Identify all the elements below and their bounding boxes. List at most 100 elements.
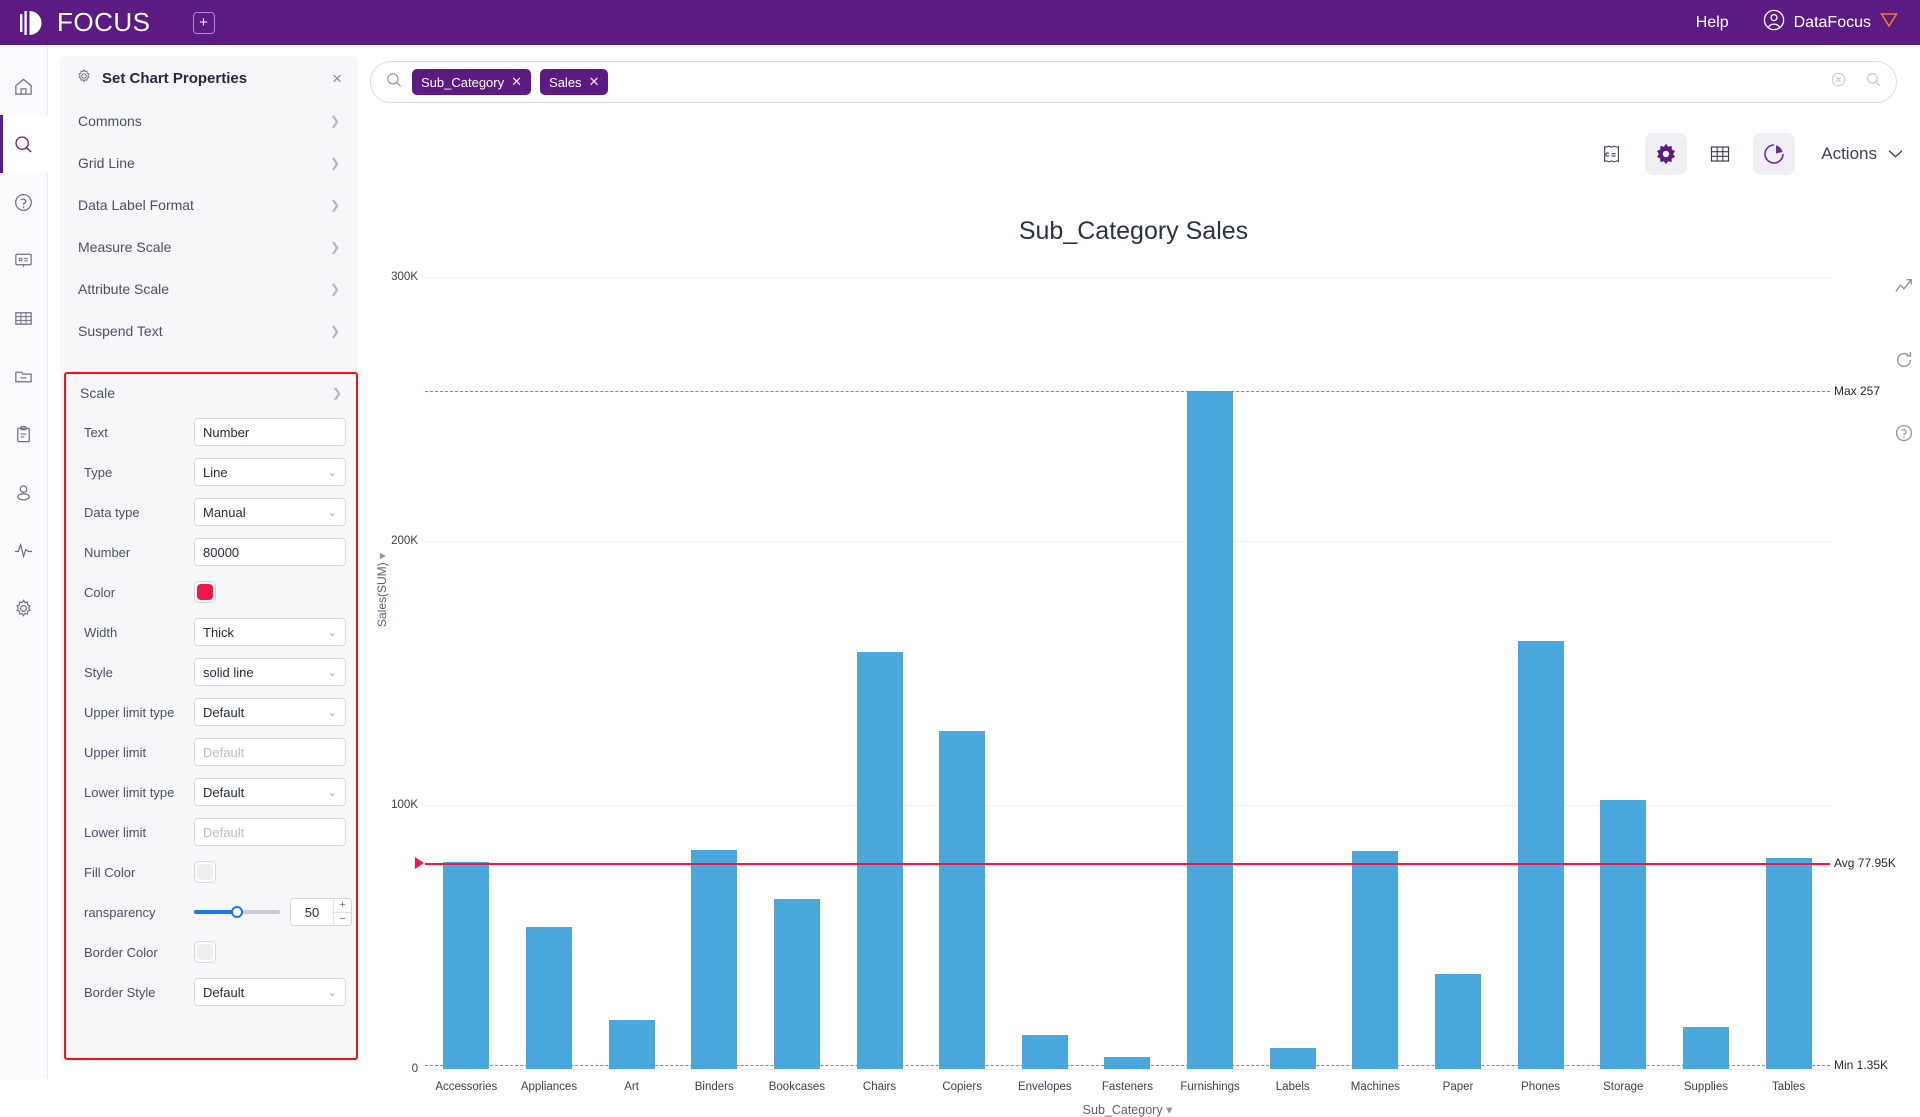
bar[interactable] — [1021, 1035, 1068, 1069]
help-link[interactable]: Help — [1696, 14, 1729, 32]
min-line-label: Min 1.35K — [1834, 1058, 1889, 1073]
accordion-suspend-text[interactable]: Suspend Text ❯ — [60, 310, 358, 352]
transparency-slider[interactable] — [194, 906, 280, 918]
chip-label: Sales — [549, 74, 582, 90]
bar[interactable] — [691, 849, 738, 1069]
actions-label: Actions — [1821, 144, 1877, 163]
chip-remove-icon[interactable]: ✕ — [511, 74, 522, 90]
search-bar[interactable]: Sub_Category ✕ Sales ✕ — [370, 61, 1897, 103]
color-swatch[interactable] — [194, 861, 216, 883]
field-label: Style — [84, 664, 113, 680]
bar[interactable] — [773, 898, 820, 1069]
add-tab-button[interactable]: + — [192, 11, 215, 34]
panel-header: Set Chart Properties × — [60, 56, 358, 100]
slider-handle[interactable] — [231, 906, 243, 918]
bar[interactable] — [1435, 973, 1481, 1069]
field-row-color: Color — [66, 572, 356, 612]
chip-remove-icon[interactable]: ✕ — [589, 74, 600, 90]
sidebar-item-settings[interactable] — [0, 579, 48, 637]
sidebar-item-home[interactable] — [0, 57, 48, 115]
actions-button[interactable]: Actions — [1821, 144, 1904, 164]
sidebar-item-clipboard[interactable] — [0, 405, 48, 463]
grid-line — [425, 1069, 1830, 1070]
clear-search-icon[interactable] — [1830, 71, 1847, 93]
top-bar-right: Help DataFocus — [1696, 9, 1898, 36]
select-type[interactable]: Line ⌄ — [194, 458, 346, 486]
accordion-measure-scale[interactable]: Measure Scale ❯ — [60, 226, 358, 268]
bar[interactable] — [443, 861, 490, 1069]
avg-line[interactable] — [425, 863, 1830, 866]
select-upper-limit-type[interactable]: Default ⌄ — [194, 698, 346, 726]
close-icon[interactable]: × — [332, 70, 342, 87]
avg-line-label: Avg 77.95K — [1834, 856, 1896, 871]
select-lower-limit-type[interactable]: Default ⌄ — [194, 778, 346, 806]
sidebar-item-activity[interactable] — [0, 521, 48, 579]
stepper-decrement-button[interactable]: − — [334, 913, 351, 926]
bar[interactable] — [1765, 857, 1812, 1069]
min-line[interactable] — [425, 1065, 1830, 1067]
sidebar-item-presentation[interactable] — [0, 231, 48, 289]
x-axis-label[interactable]: Sub_Category ▾ — [425, 1102, 1830, 1117]
chevron-right-icon: ❯ — [329, 198, 340, 212]
select-width[interactable]: Thick ⌄ — [194, 618, 346, 646]
sidebar-item-user[interactable] — [0, 463, 48, 521]
bar[interactable] — [1600, 799, 1647, 1069]
color-swatch[interactable] — [194, 941, 216, 963]
accordion-commons[interactable]: Commons ❯ — [60, 100, 358, 142]
search-submit-icon[interactable] — [1865, 71, 1882, 93]
bar[interactable] — [1682, 1026, 1729, 1069]
bar[interactable] — [1104, 1057, 1151, 1069]
bar[interactable] — [608, 1020, 655, 1069]
max-line[interactable] — [425, 390, 1830, 392]
field-label: Lower limit — [84, 824, 147, 840]
x-axis-tick-label: Envelopes — [1017, 1081, 1072, 1093]
input-text[interactable]: Number — [194, 418, 346, 446]
bar-slot: Art — [590, 277, 673, 1093]
chevron-down-icon: ❯ — [331, 386, 342, 400]
field-label: Type — [84, 464, 113, 480]
bar[interactable] — [1187, 390, 1234, 1069]
refresh-icon[interactable] — [1894, 350, 1914, 375]
bar[interactable] — [525, 926, 572, 1069]
select-style[interactable]: solid line ⌄ — [194, 658, 346, 686]
accordion-attribute-scale[interactable]: Attribute Scale ❯ — [60, 268, 358, 310]
sidebar-item-help[interactable] — [0, 173, 48, 231]
input-upper-limit[interactable]: Default — [194, 738, 346, 766]
stepper-increment-button[interactable]: + — [334, 899, 351, 913]
app-logo[interactable]: FOCUS — [18, 7, 151, 38]
table-grid-icon[interactable] — [1699, 133, 1741, 175]
search-chip-sub-category[interactable]: Sub_Category ✕ — [412, 69, 532, 95]
bar[interactable] — [1517, 641, 1564, 1069]
accordion-label: Measure Scale — [78, 239, 172, 255]
select-data-type[interactable]: Manual ⌄ — [194, 498, 346, 526]
top-bar: FOCUS + Help DataFocus — [0, 0, 1920, 45]
pie-chart-icon[interactable] — [1753, 133, 1796, 175]
input-number[interactable]: 80000 — [194, 538, 346, 566]
field-value: Manual — [203, 504, 246, 520]
chevron-right-icon: ❯ — [329, 324, 340, 338]
input-lower-limit[interactable]: Default — [194, 818, 346, 846]
gear-icon[interactable] — [1645, 133, 1688, 175]
color-swatch[interactable] — [194, 581, 216, 603]
user-menu[interactable]: DataFocus — [1763, 9, 1898, 36]
search-chip-sales[interactable]: Sales ✕ — [540, 69, 609, 95]
sidebar-item-search[interactable] — [0, 115, 48, 173]
scale-section-header[interactable]: Scale ❯ — [66, 374, 356, 412]
help-circle-icon[interactable] — [1894, 423, 1914, 448]
bar[interactable] — [939, 731, 986, 1069]
sidebar-item-table[interactable] — [0, 289, 48, 347]
bar[interactable] — [856, 651, 903, 1069]
field-value: Default — [203, 744, 245, 760]
stepper-value[interactable]: 50 — [291, 899, 333, 925]
trend-line-icon[interactable] — [1894, 277, 1914, 302]
sidebar-item-folder[interactable] — [0, 347, 48, 405]
formula-icon[interactable] — [1591, 133, 1633, 175]
x-axis-tick-label: Paper — [1442, 1081, 1474, 1093]
select-border-style[interactable]: Default ⌄ — [194, 978, 346, 1006]
accordion-data-label-format[interactable]: Data Label Format ❯ — [60, 184, 358, 226]
transparency-control: 50 + − — [194, 898, 352, 926]
transparency-stepper[interactable]: 50 + − — [290, 898, 352, 926]
field-label: Border Color — [84, 944, 158, 960]
bar[interactable] — [1352, 851, 1399, 1069]
accordion-grid-line[interactable]: Grid Line ❯ — [60, 142, 358, 184]
